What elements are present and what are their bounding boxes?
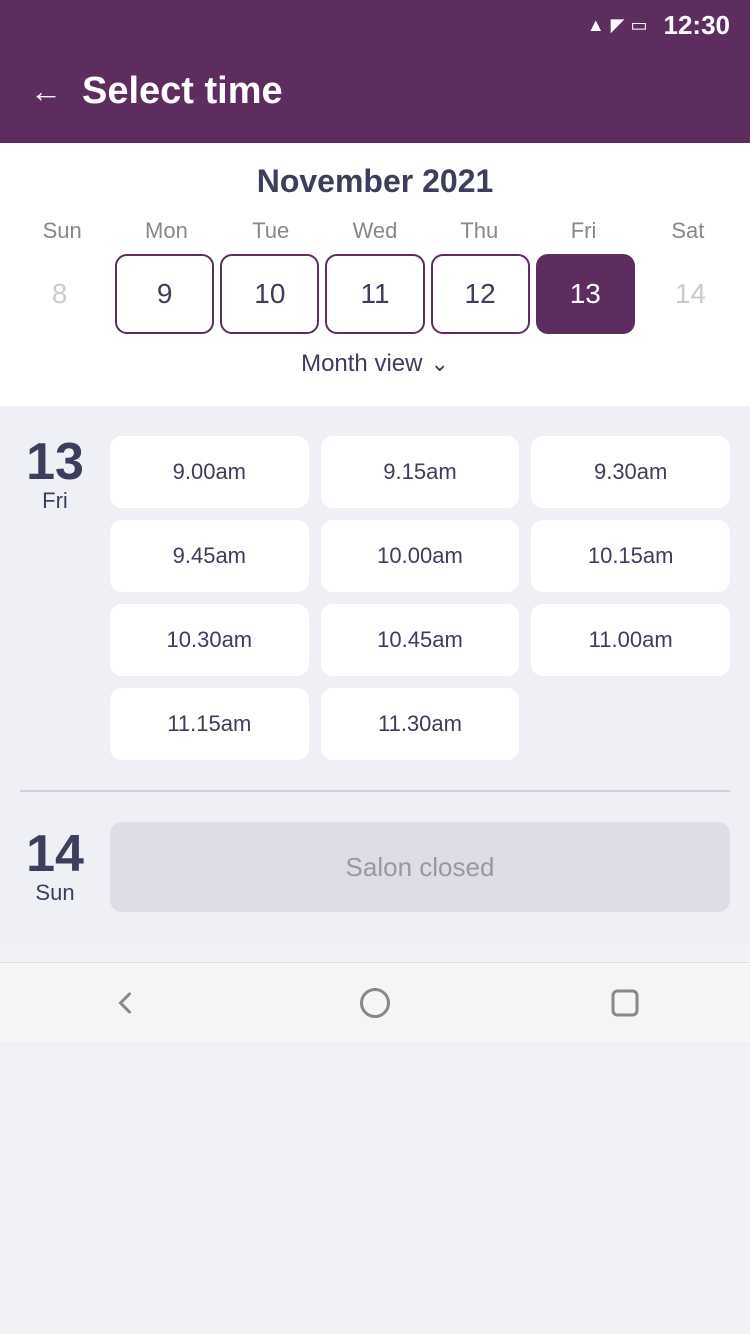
battery-icon: ▭	[630, 15, 647, 36]
month-view-label: Month view	[301, 350, 422, 378]
day-14-label: 14 Sun	[20, 828, 90, 906]
nav-back-icon	[107, 985, 143, 1021]
day-13-time-grid: 9.00am 9.15am 9.30am 9.45am 10.00am 10.1…	[110, 436, 730, 760]
date-11[interactable]: 11	[325, 254, 424, 334]
salon-closed-box: Salon closed	[110, 822, 730, 912]
day-13-number: 13	[26, 436, 84, 488]
app-header: ← Select time	[0, 50, 750, 143]
calendar-section: November 2021 Sun Mon Tue Wed Thu Fri Sa…	[0, 143, 750, 406]
day-13-label: 13 Fri	[20, 436, 90, 760]
date-9[interactable]: 9	[115, 254, 214, 334]
status-bar: ▲ ◤ ▭ 12:30	[0, 0, 750, 50]
day-headers: Sun Mon Tue Wed Thu Fri Sat	[0, 218, 750, 244]
time-slots-section: 13 Fri 9.00am 9.15am 9.30am 9.45am 10.00…	[0, 406, 750, 942]
time-slot-1115am[interactable]: 11.15am	[110, 688, 309, 760]
time-slot-1100am[interactable]: 11.00am	[531, 604, 730, 676]
month-view-toggle[interactable]: Month view ⌄	[0, 334, 750, 386]
time-slot-930am[interactable]: 9.30am	[531, 436, 730, 508]
nav-home-icon	[357, 985, 393, 1021]
bottom-nav	[0, 962, 750, 1042]
nav-home-button[interactable]	[357, 985, 393, 1021]
page-title: Select time	[82, 70, 283, 113]
back-icon: ←	[30, 73, 62, 109]
nav-recent-icon	[607, 985, 643, 1021]
day-header-wed: Wed	[323, 218, 427, 244]
day-header-tue: Tue	[219, 218, 323, 244]
day-13-name: Fri	[42, 488, 68, 514]
day-header-fri: Fri	[531, 218, 635, 244]
day-header-thu: Thu	[427, 218, 531, 244]
back-button[interactable]: ←	[30, 75, 62, 108]
status-time: 12:30	[664, 10, 731, 41]
status-icons: ▲ ◤ ▭	[587, 15, 648, 36]
time-slot-915am[interactable]: 9.15am	[321, 436, 520, 508]
day-header-sat: Sat	[636, 218, 740, 244]
day-13-block: 13 Fri 9.00am 9.15am 9.30am 9.45am 10.00…	[20, 436, 730, 760]
date-row: 8 9 10 11 12 13 14	[0, 254, 750, 334]
time-slot-1000am[interactable]: 10.00am	[321, 520, 520, 592]
signal-icon: ◤	[611, 15, 625, 36]
date-14[interactable]: 14	[641, 254, 740, 334]
time-slot-900am[interactable]: 9.00am	[110, 436, 309, 508]
salon-closed-label: Salon closed	[346, 852, 495, 883]
month-year-label: November 2021	[0, 163, 750, 200]
day-header-mon: Mon	[114, 218, 218, 244]
nav-recent-button[interactable]	[607, 985, 643, 1021]
date-12[interactable]: 12	[431, 254, 530, 334]
day-14-block: 14 Sun Salon closed	[20, 822, 730, 912]
time-slot-1030am[interactable]: 10.30am	[110, 604, 309, 676]
day-14-number: 14	[26, 828, 84, 880]
chevron-down-icon: ⌄	[430, 351, 448, 377]
time-slot-945am[interactable]: 9.45am	[110, 520, 309, 592]
nav-back-button[interactable]	[107, 985, 143, 1021]
date-13[interactable]: 13	[536, 254, 635, 334]
time-slot-1045am[interactable]: 10.45am	[321, 604, 520, 676]
time-slot-1015am[interactable]: 10.15am	[531, 520, 730, 592]
time-slot-1130am[interactable]: 11.30am	[321, 688, 520, 760]
day-14-name: Sun	[35, 880, 74, 906]
day-header-sun: Sun	[10, 218, 114, 244]
date-8[interactable]: 8	[10, 254, 109, 334]
divider	[20, 790, 730, 792]
date-10[interactable]: 10	[220, 254, 319, 334]
wifi-icon: ▲	[587, 15, 605, 36]
